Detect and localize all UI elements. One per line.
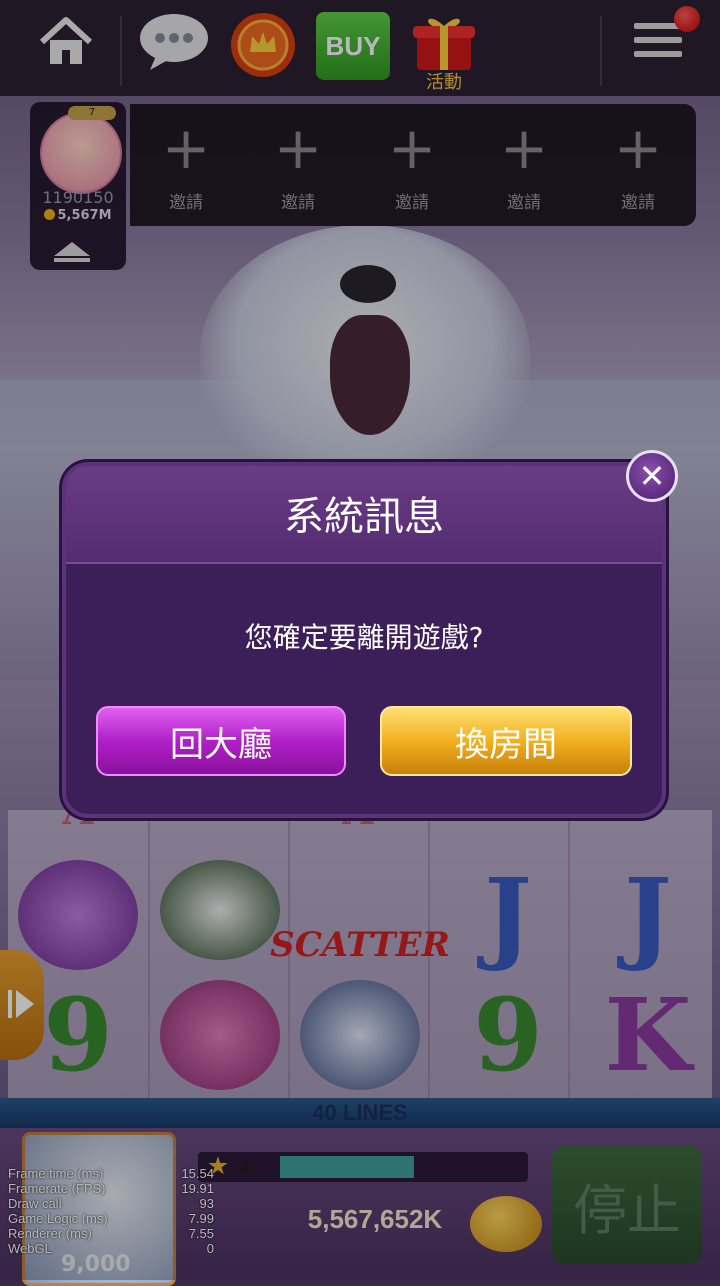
back-to-lobby-button[interactable]: 回大廳 xyxy=(96,706,346,776)
dialog-message: 您確定要離開遊戲? xyxy=(244,621,484,654)
dialog-divider xyxy=(66,562,662,564)
close-icon[interactable]: ✕ xyxy=(626,450,678,502)
change-room-button[interactable]: 換房間 xyxy=(380,706,632,776)
system-message-dialog: 系統訊息 您確定要離開遊戲? 回大廳 換房間 xyxy=(62,462,666,818)
dialog-title: 系統訊息 xyxy=(284,494,444,540)
